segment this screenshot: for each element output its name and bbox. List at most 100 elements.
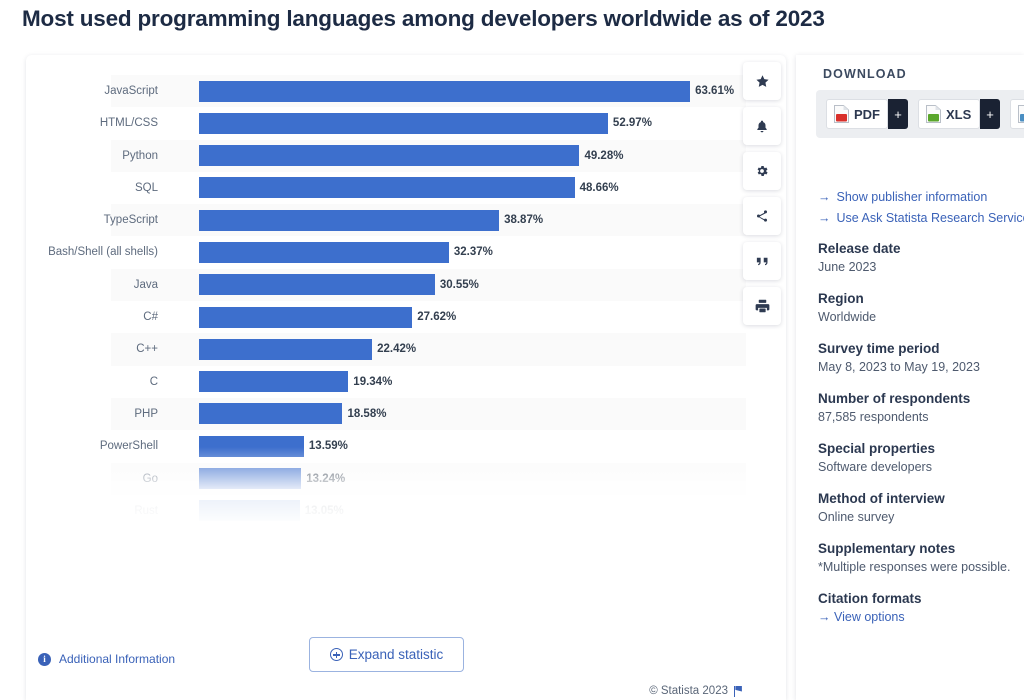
expand-statistic-button[interactable]: Expand statistic xyxy=(309,637,464,672)
bar-container: 32.37% xyxy=(199,236,766,268)
bar-container: 38.87% xyxy=(199,204,766,236)
panel-metadata: Release date June 2023 Region Worldwide Surv… xyxy=(818,241,1024,624)
category-label: Go xyxy=(142,472,158,485)
chart-row: C++ 22.42% xyxy=(26,333,786,366)
meta-heading: Number of respondents xyxy=(818,391,971,406)
download-pdf-more-button[interactable]: + xyxy=(888,99,908,129)
bar[interactable] xyxy=(199,177,575,199)
panel-link-label: Use Ask Statista Research Service xyxy=(836,211,1024,225)
chart-row: PHP 18.58% xyxy=(26,397,786,431)
additional-information-button[interactable]: i Additional Information xyxy=(38,652,175,666)
bar-value-label: 13.24% xyxy=(306,472,346,485)
bar[interactable] xyxy=(199,435,304,457)
panel-link-label: Show publisher information xyxy=(836,190,988,204)
plus-circle-icon xyxy=(329,648,343,661)
star-icon-button[interactable] xyxy=(743,62,781,100)
meta-value: 87,585 respondents xyxy=(818,410,929,424)
category-label: PowerShell xyxy=(99,440,158,453)
download-png-button[interactable] xyxy=(1010,99,1024,129)
print-icon-button[interactable] xyxy=(743,287,781,325)
bell-icon-button[interactable] xyxy=(743,107,781,145)
bar-value-label: 63.61% xyxy=(695,85,735,97)
bar-container: 13.24% xyxy=(199,463,766,495)
category-label: Python xyxy=(122,149,158,162)
copyright: © Statista 2023 xyxy=(649,685,743,697)
bar-container: 30.55% xyxy=(199,269,766,301)
bar-container: 19.34% xyxy=(199,366,766,398)
bar-value-label: 27.62% xyxy=(417,311,457,324)
bar[interactable] xyxy=(199,468,302,490)
action-icon-rail xyxy=(743,62,781,332)
arrow-right-icon: → xyxy=(818,211,831,225)
page-title: Most used programming languages among de… xyxy=(22,6,825,31)
bar[interactable] xyxy=(199,338,373,360)
category-label: HTML/CSS xyxy=(99,117,158,130)
info-icon: i xyxy=(38,652,51,666)
print-icon xyxy=(755,299,769,313)
file-xls-icon xyxy=(926,105,941,123)
chart-row: SQL 48.66% xyxy=(26,171,786,205)
panel-link-0[interactable]: → Show publisher information xyxy=(818,187,1024,208)
bar-value-label: 22.42% xyxy=(377,343,417,356)
file-pdf-icon xyxy=(834,105,849,123)
statista-statistic-page: Most used programming languages among de… xyxy=(0,0,1024,700)
bar-value-label: 30.55% xyxy=(439,278,479,291)
chart-bars: JavaScript 63.61% HTML/CSS 52.97% Python 49.2… xyxy=(26,75,786,525)
download-pdf-button[interactable]: PDF xyxy=(826,99,888,129)
bar-value-label: 52.97% xyxy=(612,117,652,130)
bar-value-label: 13.05% xyxy=(304,504,344,517)
download-xls-button[interactable]: XLS xyxy=(918,99,980,129)
panel-link-1[interactable]: → Use Ask Statista Research Service xyxy=(818,208,1024,229)
chart-row: Java 30.55% xyxy=(26,268,786,302)
bar[interactable] xyxy=(199,241,449,263)
bar[interactable] xyxy=(199,274,435,296)
chart-row: Go 13.24% xyxy=(26,462,786,495)
bar[interactable] xyxy=(199,112,608,134)
bar-value-label: 48.66% xyxy=(579,181,619,194)
file-png-icon xyxy=(1018,105,1024,123)
citation-link-label: View options xyxy=(833,610,905,624)
citation-view-options-link[interactable]: → View options xyxy=(818,610,1024,624)
bar-container: 63.61% xyxy=(199,75,766,107)
download-xls-more-button[interactable]: + xyxy=(980,99,1000,129)
category-label: C++ xyxy=(136,343,158,356)
bar[interactable] xyxy=(199,80,691,102)
bar-container: 18.58% xyxy=(199,398,766,430)
bar-container: 52.97% xyxy=(199,107,766,139)
chart-row: C# 27.62% xyxy=(26,301,786,334)
category-label: PHP xyxy=(134,407,158,420)
chart-row: Rust 13.05% xyxy=(26,494,786,525)
gear-icon xyxy=(757,165,768,177)
quote-icon-button[interactable] xyxy=(743,242,781,280)
bar-container: 22.42% xyxy=(199,333,766,365)
bar-value-label: 38.87% xyxy=(504,214,544,227)
bar[interactable] xyxy=(199,145,580,167)
meta-heading: Survey time period xyxy=(818,341,940,356)
category-label: C xyxy=(149,375,158,388)
download-heading: DOWNLOAD xyxy=(823,67,907,81)
share-icon-button[interactable] xyxy=(743,197,781,235)
bar-value-label: 49.28% xyxy=(584,149,624,162)
citation-heading: Citation formats xyxy=(818,591,922,606)
bar[interactable] xyxy=(199,403,343,425)
chart-row: C 19.34% xyxy=(26,365,786,398)
meta-value: Online survey xyxy=(818,510,895,524)
bar[interactable] xyxy=(199,500,300,522)
bar[interactable] xyxy=(199,306,413,328)
share-icon xyxy=(756,210,768,222)
chart-row: JavaScript 63.61% xyxy=(26,75,786,108)
chart-row: Python 49.28% xyxy=(26,139,786,172)
bar[interactable] xyxy=(199,371,349,393)
meta-value: Software developers xyxy=(818,460,932,474)
gear-icon-button[interactable] xyxy=(743,152,781,190)
flag-icon[interactable] xyxy=(734,685,743,697)
chart-row: TypeScript 38.87% xyxy=(26,204,786,237)
bar-container: 13.05% xyxy=(199,495,766,525)
bar[interactable] xyxy=(199,209,500,231)
additional-information-label: Additional Information xyxy=(59,652,176,666)
bar-value-label: 32.37% xyxy=(453,246,493,259)
panel-links: → Show publisher information → Use Ask Stat… xyxy=(818,187,1024,229)
meta-value: May 8, 2023 to May 19, 2023 xyxy=(818,360,980,374)
meta-heading: Supplementary notes xyxy=(818,541,956,556)
sidebar-panel: DOWNLOAD PDF + XLS + → Show publisher inform… xyxy=(796,55,1024,700)
